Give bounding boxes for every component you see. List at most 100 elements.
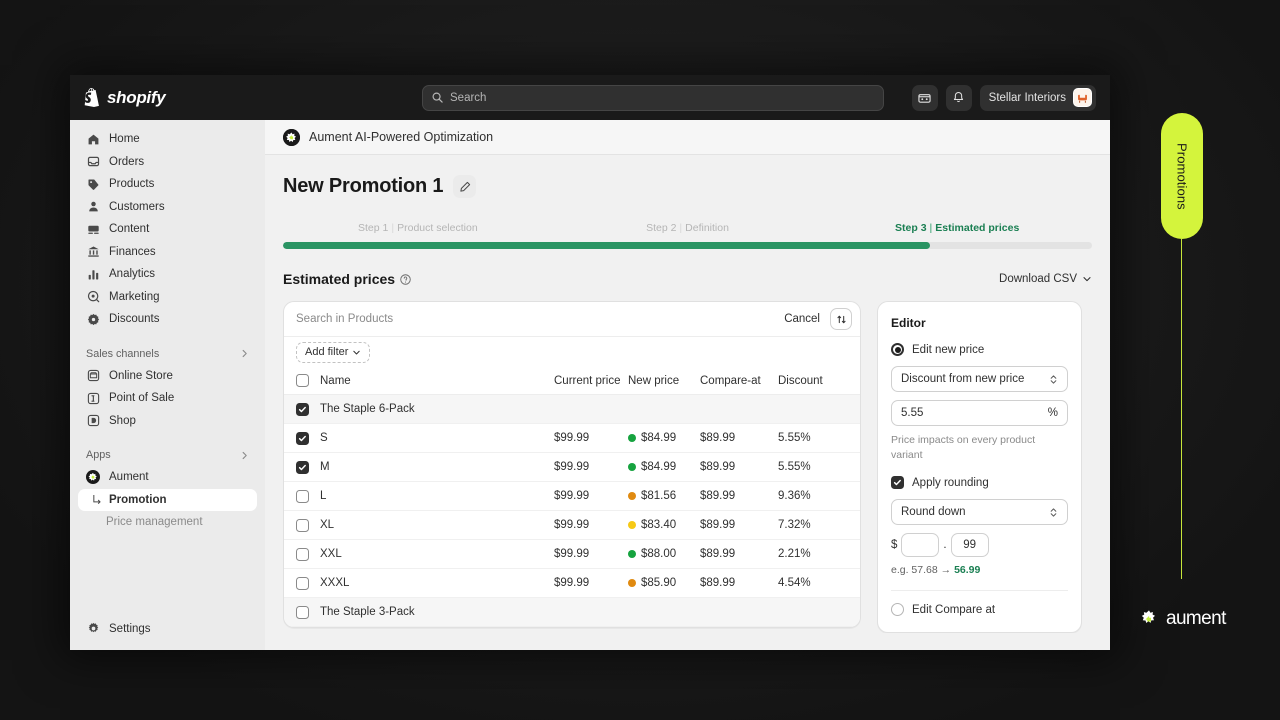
- sidebar-item-finances[interactable]: Finances: [78, 241, 257, 264]
- step-2[interactable]: Step 2 | Definition: [553, 222, 823, 234]
- table-row[interactable]: L $99.99 $81.56 $89.99 9.36%: [284, 481, 860, 511]
- sidebar-item-content[interactable]: Content: [78, 218, 257, 241]
- table-row[interactable]: XXL $99.99 $88.00 $89.99 2.21%: [284, 539, 860, 569]
- decimal-separator: .: [943, 539, 947, 552]
- sidebar-item-point-of-sale[interactable]: Point of Sale: [78, 387, 257, 410]
- row-checkbox[interactable]: [296, 460, 309, 474]
- page-content: New Promotion 1 Step 1 | Product selection…: [265, 155, 1110, 634]
- sidebar-item-products[interactable]: Products: [78, 173, 257, 196]
- row-select-cell[interactable]: [284, 539, 320, 569]
- col-header-name[interactable]: Name: [320, 367, 554, 395]
- notifications-button[interactable]: [945, 84, 972, 111]
- shopify-wordmark: shopify: [107, 87, 166, 107]
- rounding-mode-select[interactable]: Round down: [891, 499, 1068, 526]
- row-select-cell[interactable]: [284, 597, 320, 627]
- add-filter-button[interactable]: Add filter: [296, 341, 371, 363]
- row-checkbox[interactable]: [296, 402, 309, 416]
- edit-new-price-option[interactable]: Edit new price: [891, 343, 1068, 356]
- table-search-input[interactable]: Search in Products: [296, 313, 774, 325]
- bank-icon: [86, 245, 100, 259]
- table-group-row[interactable]: The Staple 6-Pack: [284, 394, 860, 424]
- discount-amount-input[interactable]: 5.55 %: [891, 400, 1068, 426]
- cancel-button[interactable]: Cancel: [784, 313, 820, 325]
- sidebar-item-price-management[interactable]: Price management: [78, 511, 257, 534]
- admin-body: Home Orders Products Customers Content F…: [70, 120, 1110, 650]
- sidebar-item-customers[interactable]: Customers: [78, 196, 257, 219]
- sidebar-item-home[interactable]: Home: [78, 128, 257, 151]
- sidebar-item-shop[interactable]: Shop: [78, 410, 257, 433]
- apply-rounding-checkbox[interactable]: [891, 476, 904, 490]
- row-select-cell[interactable]: [284, 452, 320, 482]
- table-row[interactable]: XL $99.99 $83.40 $89.99 7.32%: [284, 510, 860, 540]
- page-title: New Promotion 1: [283, 175, 444, 197]
- search-input[interactable]: Search: [422, 84, 884, 111]
- aument-icon: [283, 128, 300, 146]
- round-cents-input[interactable]: 99: [950, 533, 989, 558]
- question-circle-icon: [400, 273, 411, 285]
- prices-table-card: Search in Products Cancel Add filter Nam…: [283, 301, 861, 628]
- edit-new-price-label: Edit new price: [912, 343, 985, 356]
- row-checkbox[interactable]: [296, 489, 309, 503]
- aument-brand-logo: aument: [1138, 608, 1226, 630]
- table-row[interactable]: M $99.99 $84.99 $89.99 5.55%: [284, 452, 860, 482]
- sidebar-item-promotion[interactable]: Promotion: [78, 488, 257, 511]
- discount-type-select[interactable]: Discount from new price: [891, 366, 1068, 392]
- editor-divider: [891, 590, 1068, 592]
- panels: Search in Products Cancel Add filter Nam…: [283, 301, 1092, 634]
- select-all-checkbox[interactable]: [296, 374, 309, 387]
- sidebar-item-label: Discounts: [109, 313, 160, 326]
- row-select-cell[interactable]: [284, 423, 320, 453]
- branch-arrow-icon: [93, 494, 101, 504]
- radio-icon: [891, 603, 904, 617]
- promotions-tab[interactable]: Promotions: [1161, 113, 1203, 239]
- sort-button[interactable]: [830, 308, 852, 330]
- aument-icon: [86, 470, 100, 485]
- row-select-cell[interactable]: [284, 481, 320, 511]
- sidebar-item-analytics[interactable]: Analytics: [78, 263, 257, 286]
- store-icon-button[interactable]: [911, 84, 938, 111]
- sidebar-item-marketing[interactable]: Marketing: [78, 286, 257, 309]
- cell-new-price: $81.56: [628, 481, 700, 511]
- cell-current-price: $99.99: [554, 452, 628, 482]
- step-number: Step 2: [646, 222, 677, 234]
- sidebar-item-discounts[interactable]: Discounts: [78, 308, 257, 331]
- store-switcher[interactable]: Stellar Interiors: [979, 84, 1096, 111]
- row-checkbox[interactable]: [296, 518, 309, 532]
- top-bar: shopify Search Stellar Interiors: [70, 75, 1110, 120]
- col-header-new-price[interactable]: New price: [628, 367, 700, 395]
- row-select-cell[interactable]: [284, 394, 320, 424]
- cell-new-price: $83.40: [628, 510, 700, 540]
- sidebar-section-apps[interactable]: Apps: [78, 444, 257, 466]
- sidebar-item-online-store[interactable]: Online Store: [78, 365, 257, 388]
- step-1[interactable]: Step 1 | Product selection: [283, 222, 553, 234]
- step-3[interactable]: Step 3 | Estimated prices: [822, 222, 1092, 234]
- apply-rounding-row[interactable]: Apply rounding: [891, 476, 1068, 490]
- round-whole-input[interactable]: [901, 533, 940, 558]
- sidebar-item-orders[interactable]: Orders: [78, 151, 257, 174]
- row-checkbox[interactable]: [296, 431, 309, 445]
- row-checkbox[interactable]: [296, 547, 309, 561]
- download-csv-button[interactable]: Download CSV: [999, 273, 1092, 285]
- cell-current-price: $99.99: [554, 568, 628, 598]
- table-row[interactable]: XXXL $99.99 $85.90 $89.99 4.54%: [284, 568, 860, 598]
- edit-compare-at-option[interactable]: Edit Compare at: [891, 603, 1068, 617]
- row-checkbox[interactable]: [296, 605, 309, 619]
- sidebar-section-sales-channels[interactable]: Sales channels: [78, 343, 257, 365]
- sidebar-item-settings[interactable]: Settings: [78, 618, 257, 641]
- table-group-row[interactable]: The Staple 3-Pack: [284, 597, 860, 627]
- row-select-cell[interactable]: [284, 510, 320, 540]
- row-select-cell[interactable]: [284, 568, 320, 598]
- col-header-discount[interactable]: Discount: [778, 367, 860, 395]
- chevron-right-icon: [242, 349, 247, 358]
- sidebar-item-label: Online Store: [109, 369, 173, 382]
- col-header-current-price[interactable]: Current price: [554, 367, 628, 395]
- edit-title-button[interactable]: [453, 175, 477, 198]
- shopify-logo[interactable]: shopify: [84, 87, 166, 108]
- sidebar-item-aument[interactable]: Aument: [78, 466, 257, 489]
- row-checkbox[interactable]: [296, 576, 309, 590]
- table-row[interactable]: S $99.99 $84.99 $89.99 5.55%: [284, 423, 860, 453]
- col-header-compare-at[interactable]: Compare-at: [700, 367, 778, 395]
- section-label: Apps: [86, 449, 111, 461]
- sort-icon: [836, 315, 846, 323]
- cell-compare-at: $89.99: [700, 510, 778, 540]
